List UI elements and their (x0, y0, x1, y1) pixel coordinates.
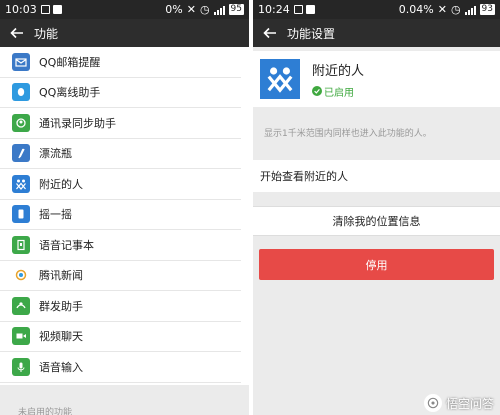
enabled-label: 已启用 (324, 87, 354, 99)
video-icon (12, 327, 30, 346)
list-item-label: 通讯录同步助手 (39, 116, 116, 130)
watermark: 悟空问答 (423, 394, 494, 412)
mute-icon: ✕ (437, 3, 447, 16)
list-item-label: 语音输入 (39, 360, 83, 374)
mic-icon (12, 357, 30, 376)
list-item-label: 摇一摇 (39, 208, 72, 222)
feature-card: 附近的人 已启用 (253, 51, 500, 107)
list-item[interactable]: 摇一摇 (0, 200, 241, 230)
status-bar: 10:24 0.04% ✕ ◷ 93 (253, 0, 500, 19)
download-notification-icon (305, 5, 315, 14)
status-time: 10:03 (5, 3, 37, 16)
battery-level: 95 (228, 4, 244, 15)
status-data-percent: 0.04% (398, 3, 434, 16)
status-badge: 已启用 (312, 84, 364, 99)
list-item-label: QQ邮箱提醒 (39, 55, 101, 69)
list-item[interactable]: QQ邮箱提醒 (0, 47, 241, 78)
right-screen: 10:24 0.04% ✕ ◷ 93 功能设置 附近的人 已启用 显示1千米范围… (253, 0, 500, 415)
title-bar: 功能 (0, 19, 249, 47)
list-item[interactable]: QQ离线助手 (0, 78, 241, 108)
page-title: 功能设置 (287, 26, 336, 41)
people-nearby-icon (260, 59, 300, 99)
feature-name: 附近的人 (312, 63, 365, 79)
image-notification-icon (40, 5, 50, 14)
feature-list: QQ邮箱提醒 QQ离线助手通讯录同步助手 漂流瓶附近的人摇一摇语音记事本腾讯新闻群发… (0, 47, 249, 383)
view-nearby-people-row[interactable]: 开始查看附近的人 (253, 160, 500, 192)
voice-note-icon (12, 235, 30, 254)
signal-icon (464, 5, 476, 15)
page-title: 功能 (34, 26, 59, 41)
list-item[interactable]: 群发助手 (0, 291, 241, 322)
image-notification-icon (293, 5, 303, 14)
back-button[interactable] (253, 19, 287, 47)
download-notification-icon (52, 5, 62, 14)
list-item[interactable]: 腾讯新闻 (0, 261, 241, 291)
battery-level: 93 (479, 4, 495, 15)
alarm-icon: ◷ (450, 3, 461, 16)
status-data-percent: 0% (165, 3, 183, 16)
signal-icon (213, 5, 225, 15)
list-item-label: QQ离线助手 (39, 86, 101, 100)
list-item[interactable]: 漂流瓶 (0, 139, 241, 169)
list-item[interactable]: 附近的人 (0, 169, 241, 200)
news-icon (12, 266, 30, 285)
list-item-label: 漂流瓶 (39, 147, 72, 161)
clear-location-button[interactable]: 清除我的位置信息 (253, 206, 500, 236)
disable-label: 停用 (365, 258, 388, 272)
check-icon (312, 86, 322, 96)
watermark-text: 悟空问答 (445, 396, 494, 411)
bottle-icon (12, 144, 30, 163)
list-item-label: 语音记事本 (39, 238, 94, 252)
list-item-label: 视频聊天 (39, 330, 83, 344)
alarm-icon: ◷ (199, 3, 210, 16)
left-screen: 10:03 0% ✕ ◷ 95 功能 QQ邮箱提醒 QQ离线助手通讯录同步助手 漂流… (0, 0, 249, 415)
view-nearby-people-label: 开始查看附近的人 (260, 170, 348, 183)
people-nearby-icon (12, 174, 30, 193)
list-item-label: 群发助手 (39, 299, 83, 313)
status-bar: 10:03 0% ✕ ◷ 95 (0, 0, 249, 19)
clear-location-label: 清除我的位置信息 (332, 215, 421, 228)
section-title-disabled: 未启用的功能 (18, 408, 73, 415)
title-bar: 功能设置 (253, 19, 500, 47)
status-time: 10:24 (258, 3, 290, 16)
qq-icon (12, 83, 30, 102)
back-button[interactable] (0, 19, 34, 47)
list-item-label: 附近的人 (39, 177, 83, 191)
watermark-logo-icon (423, 394, 442, 412)
back-arrow-icon (10, 27, 23, 39)
list-item[interactable]: 语音记事本 (0, 230, 241, 261)
mail-icon (12, 52, 30, 71)
back-arrow-icon (263, 27, 276, 39)
list-item[interactable]: 视频聊天 (0, 322, 241, 352)
list-item-label: 腾讯新闻 (39, 269, 83, 283)
sync-icon (12, 113, 30, 132)
broadcast-icon (12, 296, 30, 315)
list-item[interactable]: 通讯录同步助手 (0, 108, 241, 139)
disable-button[interactable]: 停用 (259, 249, 494, 280)
feature-description: 显示1千米范围内同样也进入此功能的人。 (264, 129, 432, 139)
mute-icon: ✕ (186, 3, 196, 16)
list-item[interactable]: 语音输入 (0, 352, 241, 383)
shake-icon (12, 205, 30, 224)
